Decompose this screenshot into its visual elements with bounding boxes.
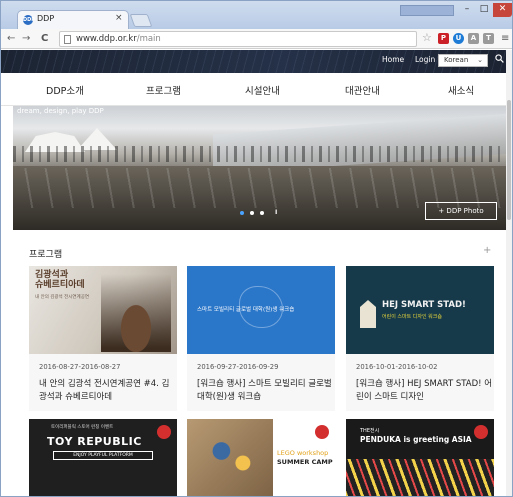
thumb-title: TOY REPUBLIC: [47, 435, 142, 448]
profile-badge[interactable]: [400, 5, 454, 16]
home-link[interactable]: Home: [382, 55, 404, 64]
ext-a-icon[interactable]: A: [468, 33, 479, 44]
program-card[interactable]: 스마트 모빌리티 글로벌 대학(원)생 워크숍 2016-09-27-2016-…: [187, 266, 335, 411]
title-bar: DDP DDP × – □ ✕: [1, 1, 512, 29]
browser-toolbar: ← → C www.ddp.or.kr/main ☆ P U A T ≡: [1, 29, 512, 49]
house-icon: [360, 300, 376, 328]
badge-icon: [315, 425, 329, 439]
page-icon: [64, 35, 71, 44]
badge-icon: [474, 425, 488, 439]
ext-t-icon[interactable]: T: [483, 33, 494, 44]
main-navigation: DDP소개 프로그램 시설안내 대관안내 새소식: [1, 73, 512, 106]
program-card[interactable]: 토이리퍼블릭 스토어 런칭 이벤트 TOY REPUBLIC ENJOY PLA…: [29, 419, 177, 496]
search-icon[interactable]: [495, 54, 504, 66]
thumb-top-text: THE전시: [360, 428, 380, 434]
back-arrow-icon[interactable]: ←: [7, 32, 15, 46]
ddp-favicon-icon: DDP: [23, 15, 35, 25]
card-date: 2016-09-27-2016-09-29: [197, 363, 279, 371]
section-title: 프로그램: [29, 250, 63, 260]
slide-dot[interactable]: [240, 211, 244, 215]
program-card[interactable]: HEJ SMART STAD! 어린이 스마트 디자인 워크숍 2016-10-…: [346, 266, 494, 411]
login-link[interactable]: Login: [415, 55, 435, 64]
thumb-title: LEGO workshop: [277, 449, 329, 457]
url-path: /main: [136, 34, 161, 44]
pinterest-icon[interactable]: P: [438, 33, 449, 44]
tab-title: DDP: [37, 14, 55, 23]
program-card[interactable]: THE전시 PENDUKA is greeting ASIA: [346, 419, 494, 496]
program-card[interactable]: 김광석과 슈베르티아데 내 안의 김광석 전시연계공연 2016-08-27-2…: [29, 266, 177, 411]
instrument-image: [101, 274, 171, 352]
card-title[interactable]: 내 안의 김광석 전시연계공연 #4. 김광석과 슈베르티아데: [39, 378, 177, 404]
card-date: 2016-08-27-2016-08-27: [39, 363, 121, 371]
address-bar[interactable]: www.ddp.or.kr/main: [59, 31, 417, 47]
thumb-subtitle: 내 안의 김광석 전시연계공연: [35, 295, 89, 300]
nav-item-rental[interactable]: 대관안내: [345, 83, 380, 97]
shield-icon[interactable]: U: [453, 33, 464, 44]
language-select[interactable]: Korean ⌄: [438, 54, 488, 67]
card-title[interactable]: [워크숍 행사] HEJ SMART STAD! 어린이 스마트 디자인: [356, 378, 494, 404]
card-thumbnail: 스마트 모빌리티 글로벌 대학(원)생 워크숍: [187, 266, 335, 354]
browser-window: DDP DDP × – □ ✕ ← → C www.ddp.or.kr/main…: [0, 0, 513, 497]
slide-dot[interactable]: [250, 211, 254, 215]
maximize-button[interactable]: □: [476, 3, 492, 17]
pattern-art: [346, 459, 494, 496]
card-thumbnail: HEJ SMART STAD! 어린이 스마트 디자인 워크숍: [346, 266, 494, 354]
nav-item-programs[interactable]: 프로그램: [146, 83, 181, 97]
url-text: www.ddp.or.kr/main: [76, 34, 161, 44]
thumb-subtitle: ENJOY PLAYFUL PLATFORM: [53, 451, 153, 460]
thumb-top-text: 토이리퍼블릭 스토어 런칭 이벤트: [51, 425, 114, 430]
nav-item-news[interactable]: 새소식: [448, 83, 474, 97]
card-thumbnail: 김광석과 슈베르티아데 내 안의 김광석 전시연계공연: [29, 266, 177, 354]
thumb-title: 스마트 모빌리티 글로벌 대학(원)생 워크숍: [197, 307, 295, 313]
slide-dot[interactable]: [260, 211, 264, 215]
kids-photo: [187, 419, 273, 496]
tab-ddp[interactable]: DDP DDP ×: [17, 10, 129, 29]
thumb-subtitle: 어린이 스마트 디자인 워크숍: [382, 314, 442, 320]
hero-caption: dream, design, play DDP: [17, 107, 104, 115]
badge-icon: [157, 425, 171, 439]
minimize-button[interactable]: –: [459, 3, 475, 17]
ddp-photo-button[interactable]: + DDP Photo: [425, 202, 497, 220]
nav-item-facilities[interactable]: 시설안내: [245, 83, 280, 97]
menu-icon[interactable]: ≡: [501, 33, 509, 44]
close-window-button[interactable]: ✕: [493, 3, 512, 17]
tab-close-icon[interactable]: ×: [115, 13, 123, 23]
new-tab-button[interactable]: [129, 14, 153, 27]
forward-arrow-icon[interactable]: →: [22, 32, 30, 46]
thumb-title: HEJ SMART STAD!: [382, 300, 466, 310]
thumb-title: PENDUKA is greeting ASIA: [360, 435, 472, 444]
thumb-title: 김광석과 슈베르티아데: [35, 270, 85, 290]
reload-icon[interactable]: C: [41, 32, 48, 46]
crowd-silhouettes: [13, 146, 510, 162]
bookmark-star-icon[interactable]: ☆: [422, 31, 432, 44]
scrollbar-thumb[interactable]: [507, 100, 511, 220]
thumb-subtitle: SUMMER CAMP: [277, 458, 333, 466]
header-texture: [1, 50, 512, 73]
card-date: 2016-10-01-2016-10-02: [356, 363, 438, 371]
program-card[interactable]: LEGO workshop SUMMER CAMP: [187, 419, 335, 496]
chevron-down-icon: ⌄: [477, 56, 483, 64]
card-title[interactable]: [워크숍 행사] 스마트 모빌리티 글로벌 대학(원)생 워크숍: [197, 378, 335, 404]
url-host: www.ddp.or.kr: [76, 34, 137, 44]
nav-item-about[interactable]: DDP소개: [46, 83, 84, 97]
language-value: Korean: [444, 56, 469, 64]
page-scrollbar[interactable]: [506, 50, 512, 496]
pause-icon[interactable]: II: [275, 209, 277, 216]
more-plus-icon[interactable]: +: [483, 245, 491, 256]
site-utility-bar: Home Login Korean ⌄: [1, 50, 512, 73]
